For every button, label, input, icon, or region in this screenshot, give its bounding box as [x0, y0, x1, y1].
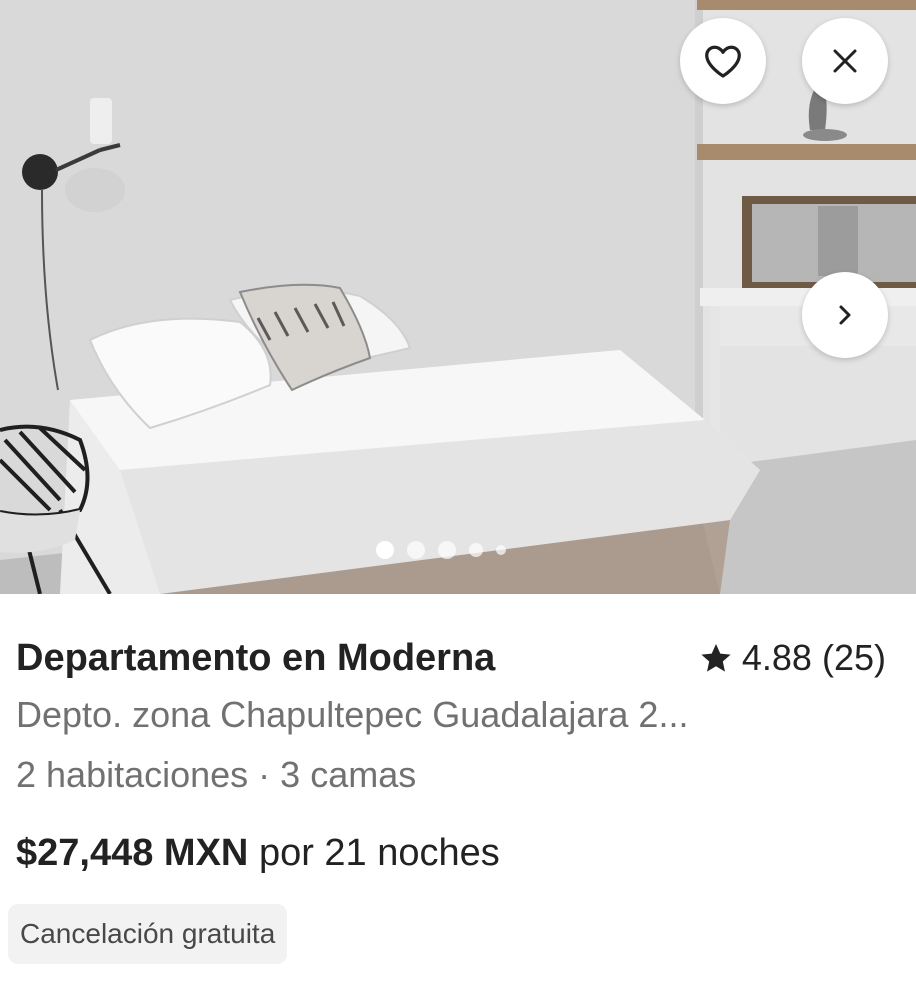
listing-card[interactable]: Departamento en Moderna 4.88 (25) Depto.…	[0, 0, 916, 988]
carousel-dot[interactable]	[407, 541, 425, 559]
close-button[interactable]	[802, 18, 888, 104]
carousel-dot[interactable]	[438, 541, 456, 559]
price-row: $27,448 MXN por 21 noches	[16, 832, 500, 875]
review-count: (25)	[821, 637, 886, 678]
heart-icon	[705, 45, 741, 78]
favorite-button[interactable]	[680, 18, 766, 104]
price: $27,448 MXN	[16, 832, 249, 874]
star-icon	[701, 644, 731, 672]
listing-photo[interactable]	[0, 0, 916, 594]
close-icon	[833, 49, 857, 73]
free-cancellation-badge: Cancelación gratuita	[8, 904, 288, 964]
chevron-right-icon	[839, 305, 851, 325]
rating: 4.88 (25)	[700, 637, 886, 679]
rating-value: 4.88	[741, 637, 812, 678]
listing-details: 2 habitaciones · 3 camas	[16, 754, 417, 795]
listing-subtitle: Depto. zona Chapultepec Guadalajara 2...	[16, 694, 689, 735]
carousel-dots	[376, 541, 506, 559]
price-suffix: por 21 noches	[258, 832, 500, 874]
title-row: Departamento en Moderna 4.88 (25)	[16, 632, 886, 684]
carousel-dot-active[interactable]	[376, 541, 394, 559]
bedroom-photo-illustration	[0, 0, 916, 594]
next-image-button[interactable]	[802, 272, 888, 358]
carousel-dot[interactable]	[496, 545, 506, 555]
carousel-dot[interactable]	[469, 543, 483, 557]
listing-title[interactable]: Departamento en Moderna	[16, 637, 495, 680]
